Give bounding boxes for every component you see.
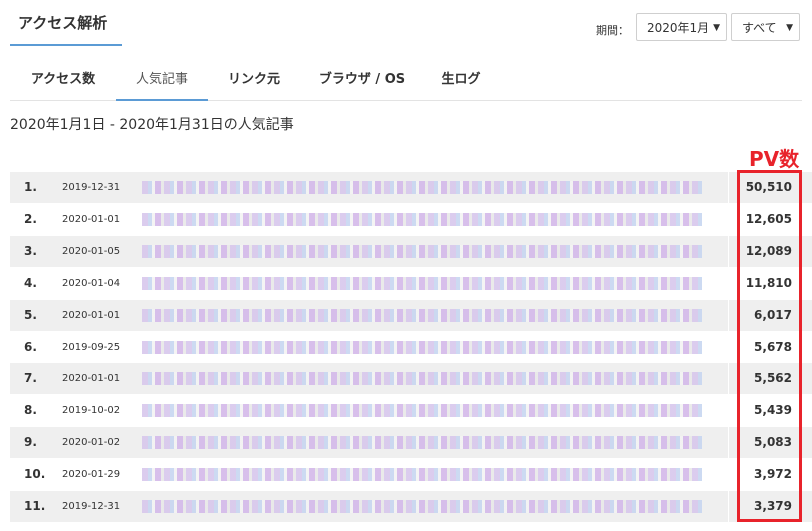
article-title-link[interactable] (142, 244, 702, 258)
article-title-link[interactable] (142, 372, 702, 386)
rank-cell: 5. (24, 307, 37, 322)
date-cell: 2019-09-25 (62, 341, 121, 353)
range-title: 2020年1月1日 - 2020年1月31日の人気記事 (10, 117, 294, 133)
rank-cell: 10. (24, 467, 46, 482)
table-row: 3. 2020-01-05 12,089 (10, 235, 812, 267)
date-cell: 2020-01-01 (62, 213, 121, 225)
table-row: 5. 2020-01-01 6,017 (10, 299, 812, 331)
tab-access-count[interactable]: アクセス数 (20, 64, 106, 99)
article-title-link[interactable] (142, 181, 702, 194)
tab-popular-articles[interactable]: 人気記事 (116, 64, 208, 101)
table-row: 9. 2020-01-02 5,083 (10, 427, 812, 459)
table-row: 1. 2019-12-31 50,510 (10, 172, 812, 203)
rank-cell: 8. (24, 403, 37, 418)
rank-cell: 1. (24, 180, 37, 194)
article-title-link[interactable] (142, 436, 702, 450)
month-select-value: 2020年1月 (647, 21, 710, 35)
column-divider (728, 363, 729, 395)
period-label: 期間： (596, 24, 629, 37)
article-title-link[interactable] (142, 468, 702, 482)
tab-bar: アクセス数 人気記事 リンク元 ブラウザ / OS 生ログ (10, 64, 802, 101)
date-cell: 2019-10-02 (62, 405, 121, 417)
date-cell: 2020-01-01 (62, 373, 121, 385)
column-divider (728, 395, 729, 427)
table-row: 11. 2019-12-31 3,379 (10, 491, 812, 522)
scope-select[interactable]: すべて ▼ (731, 13, 800, 41)
column-divider (728, 299, 729, 331)
date-cell: 2020-01-02 (62, 437, 121, 449)
article-title-link[interactable] (142, 308, 702, 322)
tab-referrers[interactable]: リンク元 (216, 64, 292, 99)
rank-cell: 7. (24, 371, 37, 386)
table-row: 7. 2020-01-01 5,562 (10, 363, 812, 395)
table-row: 4. 2020-01-04 11,810 (10, 267, 812, 299)
article-title-link[interactable] (142, 340, 702, 354)
date-cell: 2019-12-31 (62, 182, 121, 193)
date-cell: 2019-12-31 (62, 501, 121, 512)
rank-cell: 6. (24, 339, 37, 354)
date-cell: 2020-01-05 (62, 245, 121, 257)
rank-cell: 4. (24, 275, 37, 290)
column-divider (728, 235, 729, 267)
tab-browser-os[interactable]: ブラウザ / OS (310, 64, 414, 99)
rank-cell: 2. (24, 211, 37, 226)
column-divider (728, 203, 729, 235)
article-title-link[interactable] (142, 500, 702, 513)
title-underline (10, 44, 122, 46)
table-row: 8. 2019-10-02 5,439 (10, 395, 812, 427)
pv-annotation: PV数 (749, 147, 800, 171)
article-title-link[interactable] (142, 404, 702, 418)
tab-raw-log[interactable]: 生ログ (430, 64, 492, 99)
table-row: 6. 2019-09-25 5,678 (10, 331, 812, 363)
column-divider (728, 427, 729, 459)
scope-select-value: すべて (742, 21, 777, 35)
column-divider (728, 331, 729, 363)
date-cell: 2020-01-01 (62, 309, 121, 321)
page-title: アクセス解析 (18, 14, 108, 32)
pv-highlight-box (737, 170, 802, 522)
rank-cell: 3. (24, 243, 37, 258)
table-row: 10. 2020-01-29 3,972 (10, 459, 812, 491)
date-cell: 2020-01-04 (62, 277, 121, 289)
table-row: 2. 2020-01-01 12,605 (10, 203, 812, 235)
rank-cell: 9. (24, 435, 37, 450)
date-cell: 2020-01-29 (62, 469, 121, 481)
article-title-link[interactable] (142, 276, 702, 290)
rank-cell: 11. (24, 499, 46, 513)
column-divider (728, 172, 729, 203)
article-title-link[interactable] (142, 212, 702, 226)
chevron-down-icon: ▼ (786, 23, 793, 33)
column-divider (728, 459, 729, 491)
chevron-down-icon: ▼ (713, 23, 720, 33)
column-divider (728, 267, 729, 299)
column-divider (728, 491, 729, 522)
month-select[interactable]: 2020年1月 ▼ (636, 13, 727, 41)
